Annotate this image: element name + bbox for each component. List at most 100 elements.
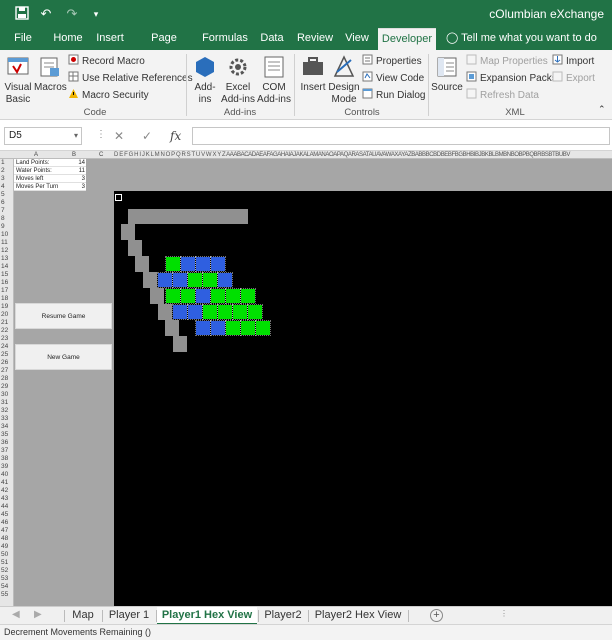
row-header-53[interactable]: 53 xyxy=(1,575,8,582)
tab-home[interactable]: Home xyxy=(50,28,86,50)
row-header-4[interactable]: 4 xyxy=(1,183,5,190)
water-tile[interactable] xyxy=(195,288,211,304)
row-header-11[interactable]: 11 xyxy=(1,239,8,246)
formula-input[interactable] xyxy=(192,127,610,145)
macros-button[interactable]: Macros xyxy=(34,54,67,94)
selected-cell[interactable] xyxy=(115,194,122,201)
row-header-48[interactable]: 48 xyxy=(1,535,8,542)
land-tile[interactable] xyxy=(217,304,233,320)
water-tile[interactable] xyxy=(210,320,226,336)
land-tile[interactable] xyxy=(240,320,256,336)
row-header-6[interactable]: 6 xyxy=(1,199,5,206)
water-tile[interactable] xyxy=(172,304,188,320)
row-header-1[interactable]: 1 xyxy=(1,159,5,166)
row-header-42[interactable]: 42 xyxy=(1,487,8,494)
tab-formulas[interactable]: Formulas xyxy=(202,28,248,50)
row-header-32[interactable]: 32 xyxy=(1,407,8,414)
row-header-8[interactable]: 8 xyxy=(1,215,5,222)
macro-security-button[interactable]: Macro Security xyxy=(68,88,149,102)
row-header-50[interactable]: 50 xyxy=(1,551,8,558)
land-tile[interactable] xyxy=(187,272,203,288)
water-tile[interactable] xyxy=(180,256,196,272)
water-tile[interactable] xyxy=(172,272,188,288)
row-header-12[interactable]: 12 xyxy=(1,247,8,254)
land-tile[interactable] xyxy=(225,320,241,336)
row-header-13[interactable]: 13 xyxy=(1,255,8,262)
redo-icon[interactable]: ↷ xyxy=(64,6,80,22)
row-header-15[interactable]: 15 xyxy=(1,271,8,278)
row-header-39[interactable]: 39 xyxy=(1,463,8,470)
row-header-21[interactable]: 21 xyxy=(1,319,8,326)
land-tile[interactable] xyxy=(165,256,181,272)
row-header-49[interactable]: 49 xyxy=(1,543,8,550)
run-dialog-button[interactable]: Run Dialog xyxy=(362,88,425,102)
insert-function-icon[interactable]: fx xyxy=(170,129,181,143)
row-header-55[interactable]: 55 xyxy=(1,591,8,598)
land-tile[interactable] xyxy=(202,304,218,320)
row-header-31[interactable]: 31 xyxy=(1,399,8,406)
undo-icon[interactable]: ↶ xyxy=(38,6,54,22)
enter-icon[interactable]: ✓ xyxy=(142,129,152,143)
excel-add-ins-button[interactable]: Excel Add-ins xyxy=(220,54,256,106)
next-sheet-icon[interactable]: ▶ xyxy=(34,609,42,620)
source-button[interactable]: Source xyxy=(430,54,464,94)
column-header-b[interactable]: B xyxy=(72,151,76,158)
row-header-30[interactable]: 30 xyxy=(1,391,8,398)
sheet-tab-player2[interactable]: Player2 xyxy=(260,607,306,625)
land-tile[interactable] xyxy=(180,288,196,304)
export-button[interactable]: Export xyxy=(552,71,595,85)
row-header-25[interactable]: 25 xyxy=(1,351,8,358)
add-ins-button[interactable]: Add-ins xyxy=(190,54,220,106)
com-add-ins-button[interactable]: COM Add-ins xyxy=(256,54,292,106)
row-header-10[interactable]: 10 xyxy=(1,231,8,238)
hex-map-area[interactable] xyxy=(114,191,612,606)
land-tile[interactable] xyxy=(202,272,218,288)
row-header-26[interactable]: 26 xyxy=(1,359,8,366)
land-tile[interactable] xyxy=(240,288,256,304)
record-macro-button[interactable]: Record Macro xyxy=(68,54,145,68)
row-header-36[interactable]: 36 xyxy=(1,439,8,446)
row-header-40[interactable]: 40 xyxy=(1,471,8,478)
new-game-button[interactable]: New Game xyxy=(15,344,112,370)
cancel-icon[interactable]: ✕ xyxy=(114,129,124,143)
sheet-tab-map[interactable]: Map xyxy=(66,607,100,625)
land-tile[interactable] xyxy=(232,304,248,320)
row-header-2[interactable]: 2 xyxy=(1,167,5,174)
row-header-7[interactable]: 7 xyxy=(1,207,5,214)
row-header-34[interactable]: 34 xyxy=(1,423,8,430)
land-tile[interactable] xyxy=(225,288,241,304)
land-tile[interactable] xyxy=(247,304,263,320)
tab-view[interactable]: View xyxy=(342,28,372,50)
row-header-20[interactable]: 20 xyxy=(1,311,8,318)
row-header-46[interactable]: 46 xyxy=(1,519,8,526)
land-tile[interactable] xyxy=(255,320,271,336)
visual-basic-button[interactable]: Visual Basic xyxy=(2,54,34,106)
row-header-9[interactable]: 9 xyxy=(1,223,5,230)
worksheet-grid[interactable]: A B C D E F G H I J K L M N O P Q R S T … xyxy=(0,151,612,606)
row-header-29[interactable]: 29 xyxy=(1,383,8,390)
row-header-16[interactable]: 16 xyxy=(1,279,8,286)
land-tile[interactable] xyxy=(210,288,226,304)
path-tile[interactable] xyxy=(173,336,187,352)
tab-data[interactable]: Data xyxy=(258,28,286,50)
path-tile[interactable] xyxy=(128,209,248,224)
row-header-23[interactable]: 23 xyxy=(1,335,8,342)
view-code-button[interactable]: View Code xyxy=(362,71,424,85)
tab-review[interactable]: Review xyxy=(296,28,334,50)
row-header-3[interactable]: 3 xyxy=(1,175,5,182)
row-header-5[interactable]: 5 xyxy=(1,191,5,198)
column-header-c[interactable]: C xyxy=(99,151,103,158)
properties-button[interactable]: Properties xyxy=(362,54,422,68)
dropdown-icon[interactable]: ▾ xyxy=(88,6,104,22)
row-header-44[interactable]: 44 xyxy=(1,503,8,510)
path-tile[interactable] xyxy=(121,224,135,240)
sheet-tab-player1-hex-view[interactable]: Player1 Hex View xyxy=(157,607,257,625)
more-options-icon[interactable]: ⋮ xyxy=(500,609,508,618)
row-header-28[interactable]: 28 xyxy=(1,375,8,382)
water-tile[interactable] xyxy=(195,256,211,272)
row-header-19[interactable]: 19 xyxy=(1,303,8,310)
save-icon[interactable] xyxy=(14,6,30,22)
column-header-a[interactable]: A xyxy=(34,151,38,158)
path-tile[interactable] xyxy=(135,256,149,272)
water-tile[interactable] xyxy=(217,272,233,288)
